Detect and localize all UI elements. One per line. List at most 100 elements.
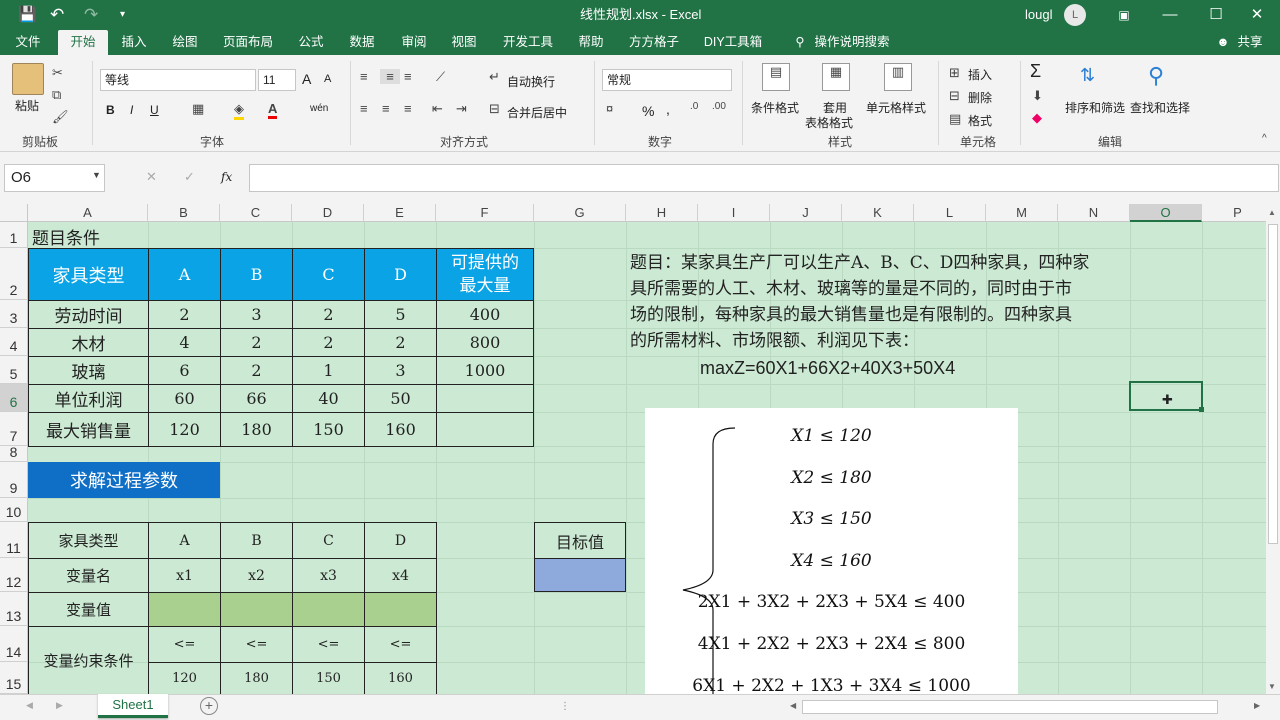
undo-icon[interactable]: ↶: [50, 0, 64, 30]
clear-icon[interactable]: ◆: [1032, 110, 1042, 126]
table-cell[interactable]: 2: [364, 328, 437, 357]
percent-button[interactable]: %: [642, 103, 654, 119]
add-sheet-icon[interactable]: +: [200, 697, 218, 715]
row-header-6[interactable]: 6: [0, 384, 28, 412]
select-all-button[interactable]: [0, 204, 28, 222]
params-header-d[interactable]: D: [364, 522, 437, 559]
params-constraint-label[interactable]: 变量约束条件: [28, 626, 149, 694]
table-header-d[interactable]: D: [364, 248, 437, 301]
collapse-ribbon-icon[interactable]: ^: [1262, 133, 1267, 144]
table-cell[interactable]: 1000: [436, 356, 534, 385]
border-icon[interactable]: ▦: [192, 101, 204, 117]
lightbulb-icon[interactable]: ⚲: [790, 30, 810, 55]
fill-handle[interactable]: [1199, 407, 1204, 412]
params-varval-cell[interactable]: [220, 592, 293, 627]
params-limit-cell[interactable]: 160: [364, 662, 437, 694]
params-limit-cell[interactable]: 180: [220, 662, 293, 694]
cut-icon[interactable]: ✂: [52, 65, 63, 81]
params-title[interactable]: 求解过程参数: [28, 462, 220, 498]
phonetic-icon[interactable]: wén: [310, 103, 328, 114]
table-cell[interactable]: 2: [292, 328, 365, 357]
cell-styles-icon[interactable]: ▥: [884, 63, 912, 91]
row-header-10[interactable]: 10: [0, 498, 28, 522]
italic-button[interactable]: I: [130, 103, 133, 117]
enter-icon[interactable]: ✓: [184, 169, 195, 185]
row-header-11[interactable]: 11: [0, 522, 28, 558]
table-cell[interactable]: 50: [364, 384, 437, 413]
params-header-a[interactable]: A: [148, 522, 221, 559]
copy-icon[interactable]: ⧉: [52, 87, 61, 103]
redo-icon[interactable]: ↷: [84, 0, 98, 30]
decrease-font-icon[interactable]: A: [324, 73, 331, 85]
align-middle-icon[interactable]: ≡: [380, 69, 400, 84]
row-header-8[interactable]: 8: [0, 444, 28, 462]
next-sheet-icon[interactable]: ▶: [56, 700, 63, 711]
column-header-g[interactable]: G: [534, 204, 626, 222]
table-cell[interactable]: 1: [292, 356, 365, 385]
tab-view[interactable]: 视图: [443, 30, 485, 55]
increase-decimal-icon[interactable]: .0: [690, 101, 698, 112]
row-header-12[interactable]: 12: [0, 558, 28, 592]
cell-a1-title[interactable]: 题目条件: [32, 224, 100, 249]
align-top-icon[interactable]: ≡: [360, 69, 368, 84]
find-select-icon[interactable]: ⚲: [1148, 63, 1164, 89]
row-header-13[interactable]: 13: [0, 592, 28, 626]
vertical-scrollbar[interactable]: ▲ ▼: [1266, 204, 1280, 694]
scroll-down-icon[interactable]: ▼: [1268, 682, 1276, 691]
table-cell[interactable]: 3: [220, 300, 293, 329]
table-cell[interactable]: [436, 384, 534, 413]
column-header-m[interactable]: M: [986, 204, 1058, 222]
column-header-i[interactable]: I: [698, 204, 770, 222]
tell-me-search[interactable]: 操作说明搜索: [812, 30, 892, 55]
column-header-b[interactable]: B: [148, 204, 220, 222]
table-cell[interactable]: 40: [292, 384, 365, 413]
user-name[interactable]: lougl: [1025, 0, 1052, 30]
share-button[interactable]: 共享: [1232, 30, 1268, 55]
font-color-icon[interactable]: A: [268, 101, 278, 119]
table-header-max[interactable]: 可提供的 最大量: [436, 248, 534, 301]
maximize-icon[interactable]: ☐: [1193, 0, 1239, 30]
vertical-scroll-thumb[interactable]: [1268, 224, 1278, 544]
table-header-b[interactable]: B: [220, 248, 293, 301]
column-header-j[interactable]: J: [770, 204, 842, 222]
orientation-icon[interactable]: ⟋: [436, 69, 445, 85]
params-varname-cell[interactable]: x3: [292, 558, 365, 593]
params-varval-cell[interactable]: [292, 592, 365, 627]
align-right-icon[interactable]: ≡: [404, 101, 412, 116]
font-name-select[interactable]: 等线: [100, 69, 256, 91]
params-header-type[interactable]: 家具类型: [28, 522, 149, 559]
row-header-2[interactable]: 2: [0, 248, 28, 300]
format-cells-icon[interactable]: ▤: [949, 111, 961, 127]
comma-button[interactable]: ,: [666, 101, 670, 117]
params-varname-cell[interactable]: x2: [220, 558, 293, 593]
table-row-profit-label[interactable]: 单位利润: [28, 384, 149, 413]
autosum-icon[interactable]: Σ: [1030, 61, 1041, 82]
paste-icon[interactable]: [12, 63, 44, 95]
table-cell[interactable]: 2: [292, 300, 365, 329]
table-cell[interactable]: 3: [364, 356, 437, 385]
align-center-icon[interactable]: ≡: [382, 101, 390, 116]
column-header-c[interactable]: C: [220, 204, 292, 222]
row-header-15[interactable]: 15: [0, 662, 28, 694]
scroll-left-icon[interactable]: ◀: [790, 701, 796, 710]
table-cell[interactable]: 180: [220, 412, 293, 447]
insert-cells-icon[interactable]: ⊞: [949, 65, 960, 81]
quick-access-dropdown-icon[interactable]: ▾: [120, 0, 125, 30]
worksheet-grid[interactable]: A B C D E F G H I J K L M N O P 1 2 3 4 …: [0, 204, 1266, 694]
target-value-cell[interactable]: [534, 558, 626, 592]
sort-filter-icon[interactable]: ⇅: [1080, 65, 1095, 86]
table-cell[interactable]: 2: [220, 356, 293, 385]
column-header-d[interactable]: D: [292, 204, 364, 222]
table-cell[interactable]: 4: [148, 328, 221, 357]
params-le-cell[interactable]: <=: [220, 626, 293, 663]
delete-cells-icon[interactable]: ⊟: [949, 88, 960, 104]
row-header-7[interactable]: 7: [0, 412, 28, 446]
save-icon[interactable]: 💾: [18, 0, 37, 30]
table-header-a[interactable]: A: [148, 248, 221, 301]
column-header-f[interactable]: F: [436, 204, 534, 222]
horizontal-scroll-thumb[interactable]: [802, 700, 1218, 714]
tab-file[interactable]: 文件: [6, 30, 50, 55]
params-limit-cell[interactable]: 120: [148, 662, 221, 694]
insert-function-icon[interactable]: fx: [221, 170, 232, 184]
params-varval-cell[interactable]: [148, 592, 221, 627]
